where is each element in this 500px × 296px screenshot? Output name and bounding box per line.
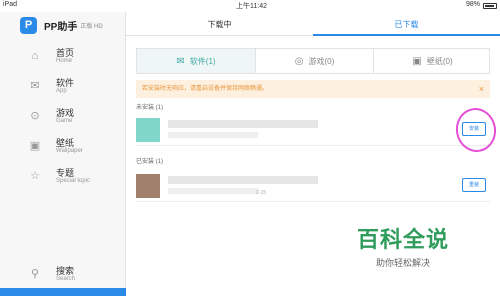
battery-icon — [483, 3, 497, 9]
app-name-blurred — [168, 120, 318, 128]
app-icon: ✉ — [30, 80, 40, 92]
sidebar-item-game[interactable]: ⊙ 游戏 Game — [0, 104, 125, 130]
segment-downloaded[interactable]: 已下载 — [313, 14, 500, 36]
sidebar-item-search[interactable]: ⚲ 搜索 Search — [0, 262, 125, 288]
close-icon[interactable]: × — [479, 80, 484, 98]
tab-label: 游戏(0) — [308, 56, 335, 66]
watermark-subtitle: 助你轻松解决 — [375, 258, 430, 268]
watermark-title: 百科全说 — [356, 227, 449, 252]
wallpaper-icon: ▣ — [29, 140, 41, 152]
sidebar-item-sublabel: Game — [56, 118, 73, 124]
sidebar-item-sublabel: Special topic — [56, 178, 91, 184]
star-icon: ☆ — [30, 170, 40, 182]
app-meta-blurred — [168, 132, 258, 138]
gamepad-icon: ◎ — [294, 55, 304, 67]
app-date: 2-15 — [256, 190, 267, 196]
list-item[interactable]: 2-15 重装 — [136, 168, 490, 202]
sidebar-item-sublabel: Home — [56, 58, 73, 64]
watermark: 百科全说 助你轻松解决 — [338, 222, 468, 269]
section-not-installed-title: 未安装 (1) — [136, 105, 164, 111]
search-icon: ⚲ — [30, 268, 40, 280]
install-notice-banner: 若安装时无响应，请重启设备并保持网络畅通。 × — [136, 80, 490, 98]
sidebar-item-sublabel: Search — [56, 276, 76, 282]
tab-software[interactable]: ✉ 软件(1) — [137, 49, 255, 73]
reinstall-button[interactable]: 重装 — [462, 178, 486, 192]
image-icon: ▣ — [412, 55, 422, 67]
sidebar: P PP助手 正版 HD ⌂ 首页 Home ✉ 软件 App ⊙ 游戏 Gam… — [0, 12, 126, 296]
notice-text: 若安装时无响应，请重启设备并保持网络畅通。 — [142, 86, 269, 92]
tab-wallpapers[interactable]: ▣ 壁纸(0) — [373, 49, 491, 73]
home-icon: ⌂ — [31, 50, 39, 62]
sidebar-active-indicator — [0, 288, 126, 296]
app-meta-blurred — [168, 188, 258, 194]
device-label: iPad — [3, 1, 18, 8]
sidebar-item-app[interactable]: ✉ 软件 App — [0, 74, 125, 100]
app-logo-icon: P — [20, 16, 37, 34]
app-thumbnail — [136, 174, 160, 198]
brand: P PP助手 正版 HD — [20, 16, 103, 34]
app-thumbnail — [136, 118, 160, 142]
app-name-blurred — [168, 176, 318, 184]
tab-games[interactable]: ◎ 游戏(0) — [255, 49, 373, 73]
segment-active-underline — [313, 34, 500, 36]
tab-label: 软件(1) — [189, 56, 216, 66]
sidebar-item-sublabel: App — [56, 88, 67, 94]
app-edition: 正版 HD — [80, 23, 103, 30]
mail-icon: ✉ — [176, 55, 185, 67]
sidebar-item-wallpaper[interactable]: ▣ 壁纸 Wallpaper — [0, 134, 125, 160]
tab-label: 壁纸(0) — [426, 56, 453, 66]
list-item[interactable]: 安装 — [136, 104, 500, 156]
sidebar-item-home[interactable]: ⌂ 首页 Home — [0, 44, 125, 70]
segment-downloading[interactable]: 下载中 — [126, 14, 313, 36]
status-bar: iPad 上午11:42 98% — [0, 0, 500, 12]
status-time: 上午11:42 — [236, 3, 267, 10]
category-tabs: ✉ 软件(1) ◎ 游戏(0) ▣ 壁纸(0) — [136, 48, 490, 74]
download-segment-control: 下载中 已下载 — [126, 14, 500, 36]
battery-percent: 98% — [465, 1, 480, 8]
section-installed-title: 已安装 (1) — [136, 159, 164, 165]
highlight-circle — [452, 104, 500, 156]
sidebar-item-sublabel: Wallpaper — [56, 148, 83, 154]
game-icon: ⊙ — [30, 110, 40, 122]
app-name: PP助手 — [44, 21, 78, 33]
sidebar-item-special-topic[interactable]: ☆ 专题 Special topic — [0, 164, 125, 190]
